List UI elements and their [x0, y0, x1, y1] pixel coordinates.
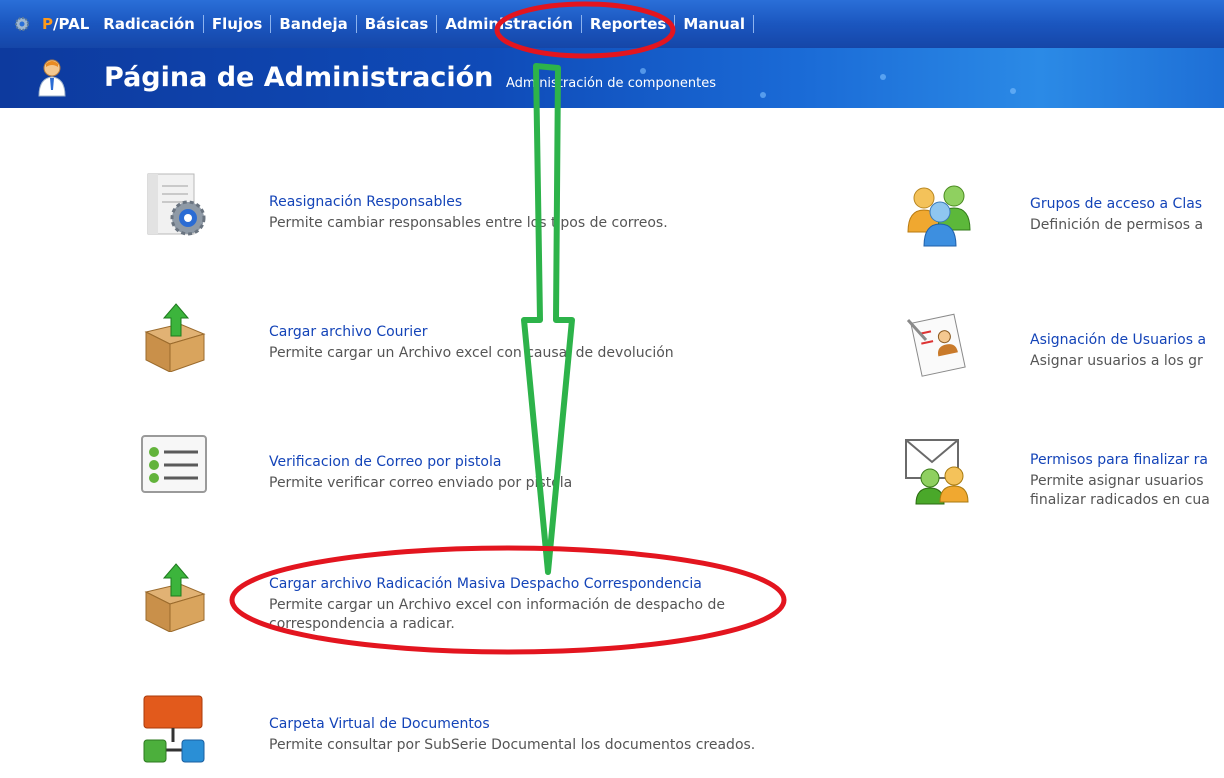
- item-title[interactable]: Reasignación Responsables: [269, 194, 462, 210]
- nav-basicas[interactable]: Básicas: [357, 15, 438, 33]
- item-title[interactable]: Verificacion de Correo por pistola: [269, 454, 501, 470]
- nav-administracion[interactable]: Administración: [437, 15, 582, 33]
- admin-user-icon: [38, 59, 66, 97]
- page-title: Página de Administración: [104, 62, 494, 93]
- item-description: Permite asignar usuarios finalizar radic…: [1030, 473, 1210, 508]
- nav-radicacion[interactable]: Radicación: [95, 15, 204, 33]
- item-title[interactable]: Cargar archivo Courier: [269, 324, 428, 340]
- item-title[interactable]: Asignación de Usuarios a: [1030, 332, 1206, 348]
- app-brand[interactable]: P/PAL: [42, 15, 89, 33]
- item-title[interactable]: Permisos para finalizar ra: [1030, 452, 1208, 468]
- upload-box-icon: [144, 563, 206, 632]
- checklist-icon: [141, 435, 207, 493]
- nav-manual[interactable]: Manual: [675, 15, 754, 33]
- upload-box-icon: [144, 303, 206, 372]
- assign-users-icon: [906, 313, 966, 377]
- nav-reportes[interactable]: Reportes: [582, 15, 676, 33]
- item-description: Definición de permisos a: [1030, 217, 1204, 233]
- gear-icon: [15, 17, 29, 31]
- user-group-icon: [907, 185, 971, 247]
- top-nav-bar: P/PAL Radicación Flujos Bandeja Básicas …: [0, 0, 1224, 49]
- nav-bandeja[interactable]: Bandeja: [271, 15, 357, 33]
- item-title[interactable]: Cargar archivo Radicación Masiva Despach…: [269, 576, 702, 592]
- item-description: Permite verificar correo enviado por pis…: [269, 475, 573, 491]
- item-description: Permite cargar un Archivo excel con info…: [269, 597, 725, 632]
- item-description: Permite cambiar responsables entre los t…: [269, 215, 668, 231]
- item-description: Permite consultar por SubSerie Documenta…: [269, 737, 756, 753]
- item-description: Asignar usuarios a los gr: [1030, 353, 1203, 369]
- item-description: Permite cargar un Archivo excel con caus…: [269, 345, 674, 361]
- mail-users-icon: [905, 439, 969, 505]
- hierarchy-icon: [143, 695, 205, 763]
- page-subtitle: Administración de componentes: [506, 76, 717, 91]
- item-title[interactable]: Grupos de acceso a Clas: [1030, 196, 1202, 212]
- green-down-arrow: [521, 63, 575, 575]
- reassign-gear-icon: [147, 173, 206, 236]
- annotation-overlay: [229, 1, 787, 655]
- item-title[interactable]: Carpeta Virtual de Documentos: [269, 716, 490, 732]
- nav-flujos[interactable]: Flujos: [204, 15, 272, 33]
- page-header: Página de Administración Administración …: [0, 48, 1224, 108]
